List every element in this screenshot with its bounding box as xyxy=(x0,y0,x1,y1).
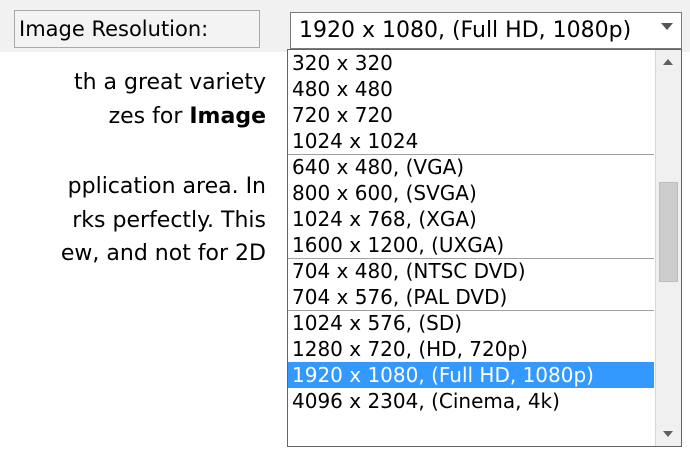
settings-row: Image Resolution: 1920 x 1080, (Full HD,… xyxy=(0,0,690,52)
doc-line-text: th a great variety xyxy=(73,70,266,95)
doc-line-bold-text: Image xyxy=(189,104,266,129)
list-item[interactable]: 1024 x 1024 xyxy=(288,128,654,154)
list-item[interactable]: 1280 x 720, (HD, 720p) xyxy=(288,336,654,362)
list-item[interactable]: 704 x 576, (PAL DVD) xyxy=(288,284,654,310)
list-item[interactable]: 1600 x 1200, (UXGA) xyxy=(288,232,654,258)
resolution-dropdown-list[interactable]: 320 x 320 480 x 480 720 x 720 1024 x 102… xyxy=(287,49,682,447)
list-item[interactable]: 480 x 480 xyxy=(288,76,654,102)
doc-line: ew, and not for 2D xyxy=(61,239,266,269)
doc-line: rks perfectly. This xyxy=(72,206,266,236)
resolution-options: 320 x 320 480 x 480 720 x 720 1024 x 102… xyxy=(288,50,654,414)
doc-line-text: rks perfectly. This xyxy=(72,208,266,233)
image-resolution-combobox[interactable]: 1920 x 1080, (Full HD, 1080p) xyxy=(290,12,682,49)
list-item[interactable]: 640 x 480, (VGA) xyxy=(288,154,654,180)
list-item[interactable]: 320 x 320 xyxy=(288,50,654,76)
list-item[interactable]: 1024 x 576, (SD) xyxy=(288,310,654,336)
image-resolution-label: Image Resolution: xyxy=(14,10,260,48)
dropdown-scrollbar[interactable] xyxy=(655,50,681,446)
list-item[interactable]: 704 x 480, (NTSC DVD) xyxy=(288,258,654,284)
list-item[interactable]: 4096 x 2304, (Cinema, 4k) xyxy=(288,388,654,414)
list-item-selected[interactable]: 1920 x 1080, (Full HD, 1080p) xyxy=(288,362,654,388)
doc-line-text: pplication area. In xyxy=(67,174,266,199)
list-item[interactable]: 720 x 720 xyxy=(288,102,654,128)
doc-line-text: ew, and not for 2D xyxy=(60,241,266,266)
doc-line-text: zes for xyxy=(108,104,190,129)
arrow-up-icon[interactable] xyxy=(656,50,681,75)
doc-line: th a great variety xyxy=(74,68,266,98)
arrow-down-icon[interactable] xyxy=(656,421,681,446)
list-item[interactable]: 800 x 600, (SVGA) xyxy=(288,180,654,206)
scrollbar-thumb[interactable] xyxy=(659,182,678,282)
doc-line: pplication area. In xyxy=(68,172,266,202)
combobox-selected-value: 1920 x 1080, (Full HD, 1080p) xyxy=(299,18,632,43)
chevron-down-icon[interactable] xyxy=(661,23,673,30)
list-item[interactable]: 1024 x 768, (XGA) xyxy=(288,206,654,232)
document-text: th a great variety zes for Image pplicat… xyxy=(0,62,290,450)
doc-line: zes for Image xyxy=(109,102,266,132)
